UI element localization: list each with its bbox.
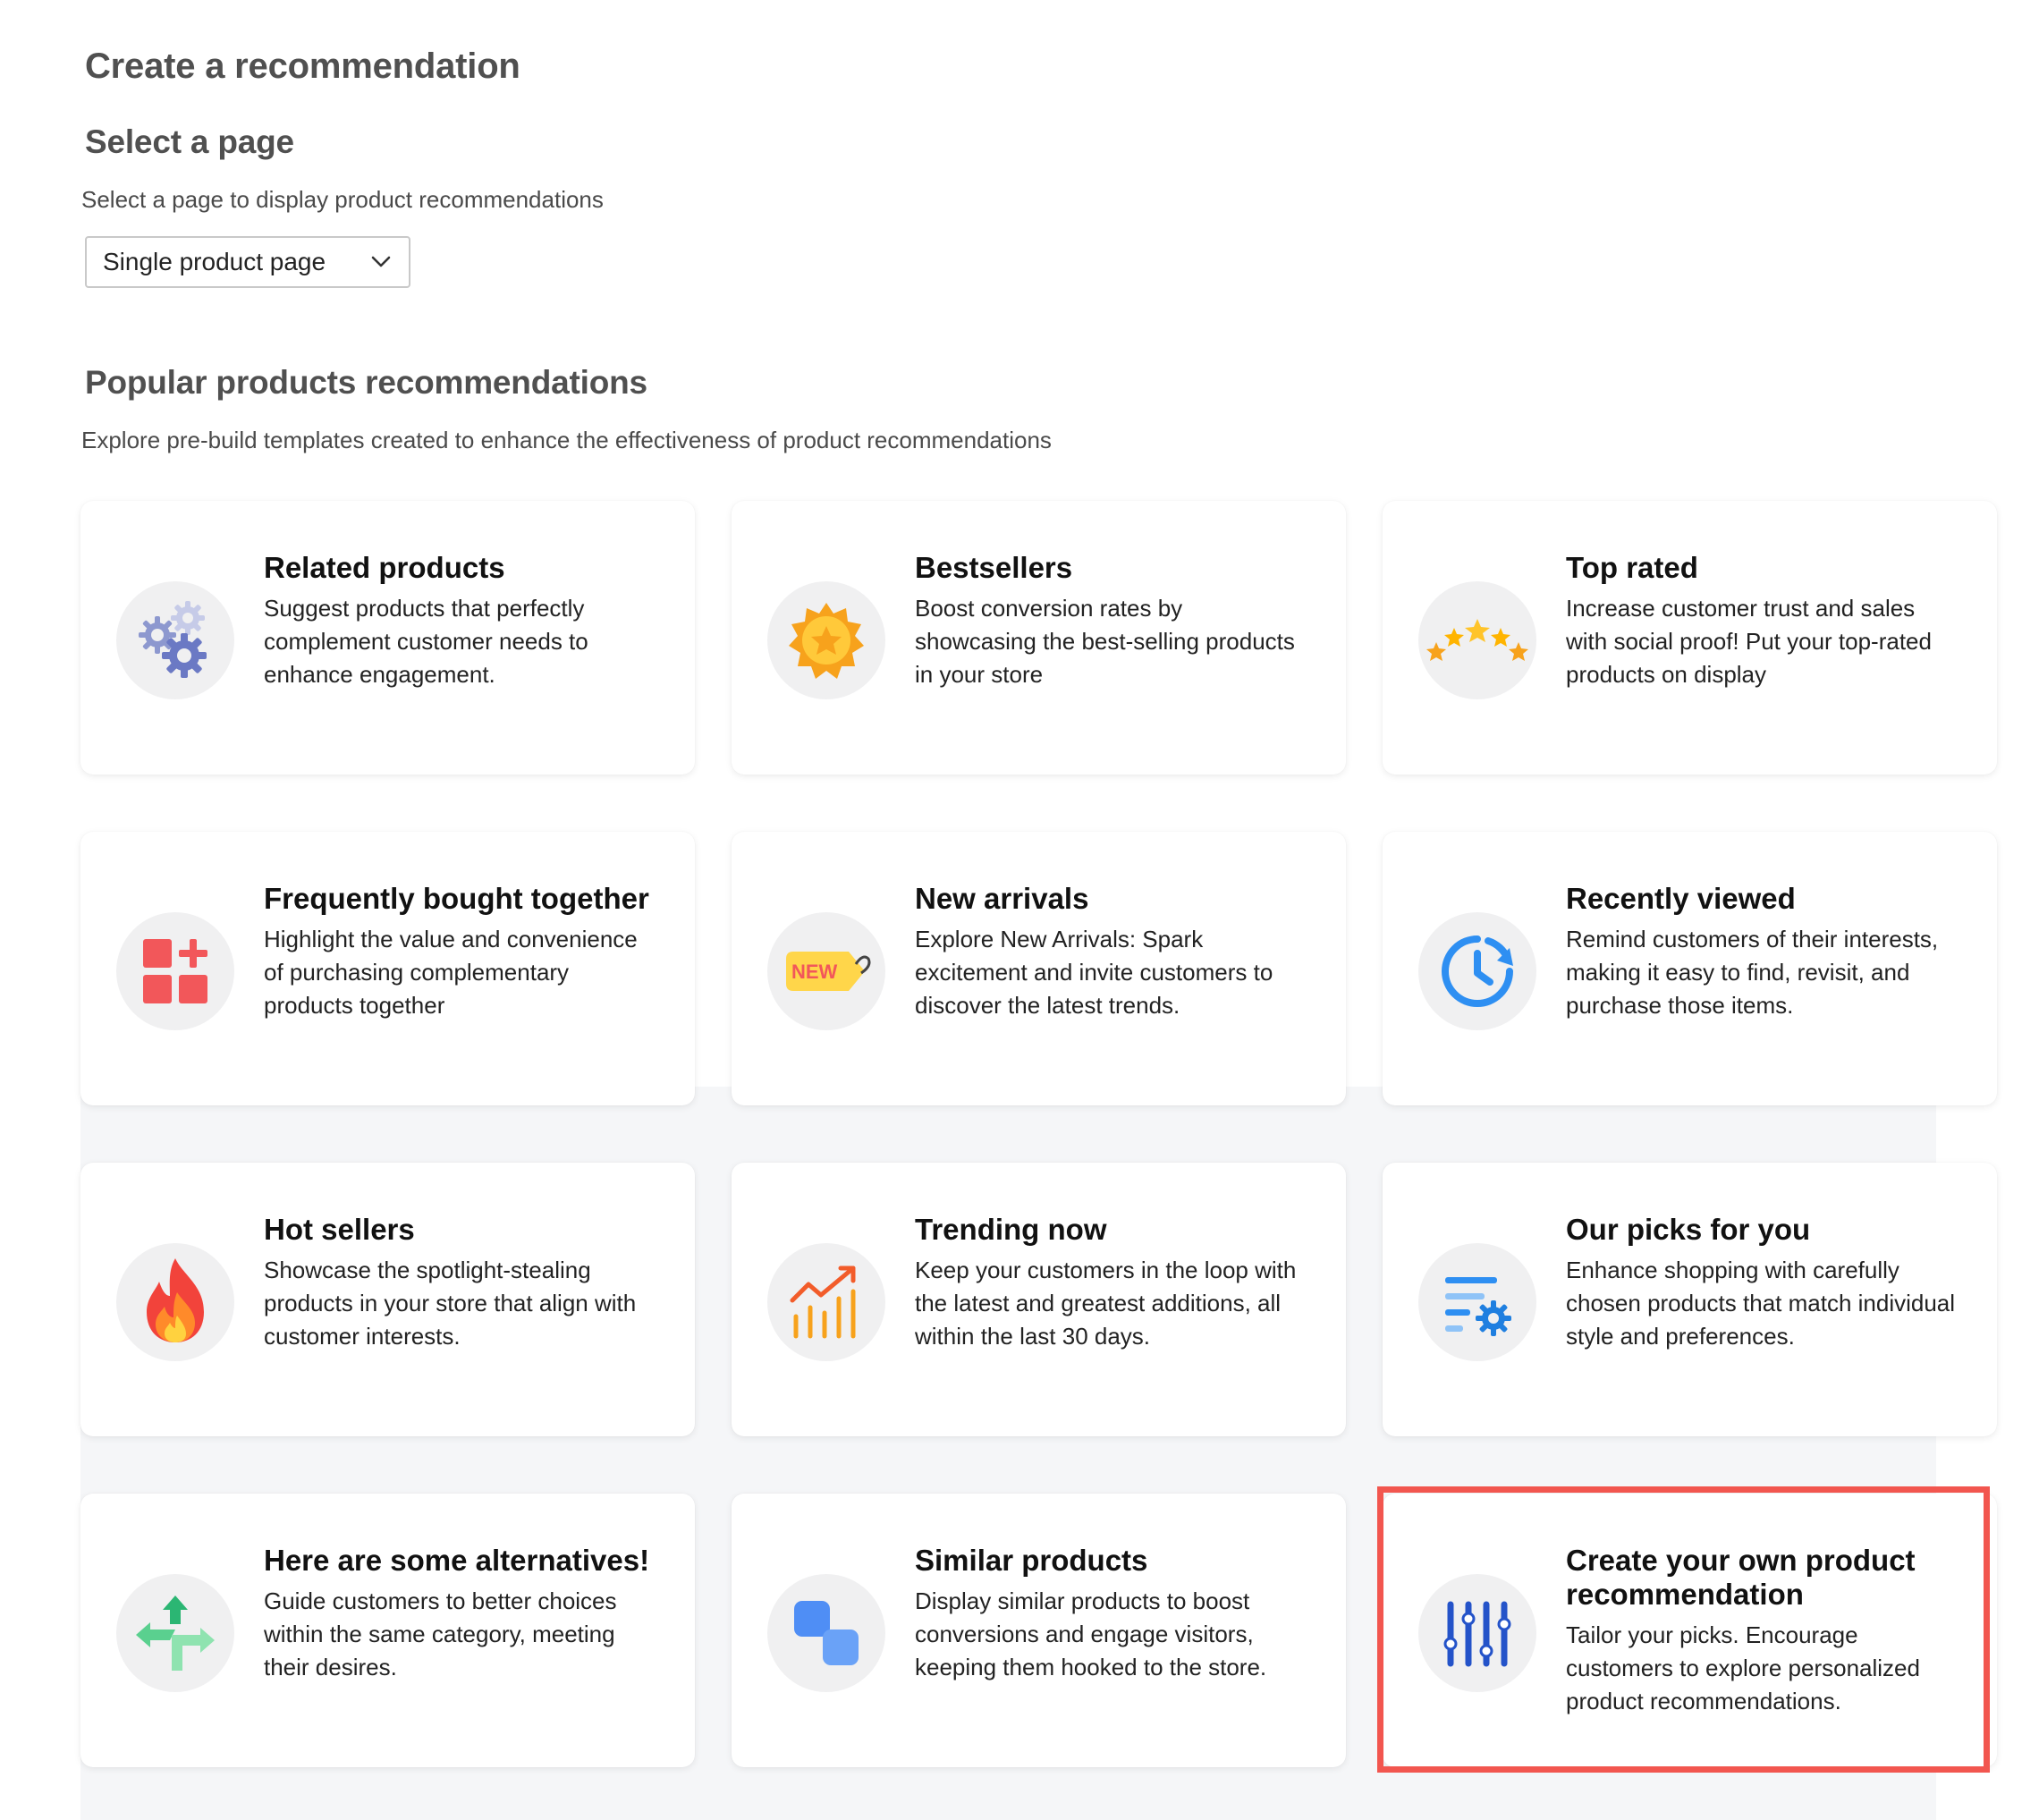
card-description: Keep your customers in the loop with the… (915, 1257, 1297, 1350)
two-squares-icon (767, 1574, 885, 1692)
card-title: Hot sellers (264, 1213, 415, 1246)
clock-history-icon (1418, 912, 1536, 1030)
card-frequently-bought-together[interactable]: Frequently bought together Highlight the… (80, 832, 695, 1105)
card-create-your-own[interactable]: Create your own product recommendation T… (1383, 1494, 1997, 1767)
list-gear-icon (1418, 1243, 1536, 1361)
popular-section-description: Explore pre-build templates created to e… (81, 427, 1052, 453)
card-alternatives[interactable]: Here are some alternatives! Guide custom… (80, 1494, 695, 1767)
card-related-products[interactable]: Related products Suggest products that p… (80, 501, 695, 775)
card-similar-products[interactable]: Similar products Display similar product… (732, 1494, 1346, 1767)
card-title: New arrivals (915, 882, 1089, 915)
card-title: Top rated (1566, 551, 1698, 584)
page-select-dropdown[interactable]: Single product page (85, 236, 410, 288)
card-description: Guide customers to better choices within… (264, 1587, 617, 1680)
card-description: Suggest products that perfectly compleme… (264, 595, 588, 688)
stars-arc-icon (1418, 581, 1536, 699)
new-tag-icon: NEW (767, 912, 885, 1030)
card-title: Bestsellers (915, 551, 1073, 584)
card-title: Similar products (915, 1544, 1148, 1577)
page-select-value: Single product page (103, 248, 326, 275)
card-top-rated[interactable]: Top rated Increase customer trust and sa… (1383, 501, 1997, 775)
card-description: Highlight the value and convenience of p… (264, 926, 638, 1019)
sliders-icon (1418, 1574, 1536, 1692)
card-title: Trending now (915, 1213, 1107, 1246)
card-description: Increase customer trust and sales with s… (1566, 595, 1932, 688)
card-title: Related products (264, 551, 505, 584)
new-tag-text: NEW (791, 961, 838, 983)
card-description: Display similar products to boost conver… (915, 1587, 1267, 1680)
card-description: Boost conversion rates by showcasing the… (915, 595, 1295, 688)
recommendation-page: Create a recommendation Select a page Se… (0, 0, 2022, 1820)
card-title: Here are some alternatives! (264, 1544, 650, 1577)
card-description: Tailor your picks. Encourage customers t… (1566, 1621, 1920, 1714)
split-arrows-icon (116, 1574, 234, 1692)
card-title: Recently viewed (1566, 882, 1796, 915)
card-title: Create your own product recommendation (1566, 1544, 1916, 1611)
card-hot-sellers[interactable]: Hot sellers Showcase the spotlight-steal… (80, 1163, 695, 1436)
card-our-picks-for-you[interactable]: Our picks for you Enhance shopping with … (1383, 1163, 1997, 1436)
card-recently-viewed[interactable]: Recently viewed Remind customers of thei… (1383, 832, 1997, 1105)
gears-icon (116, 581, 234, 699)
select-page-description: Select a page to display product recomme… (81, 186, 604, 213)
card-description: Enhance shopping with carefully chosen p… (1566, 1257, 1956, 1350)
card-bestsellers[interactable]: Bestsellers Boost conversion rates by sh… (732, 501, 1346, 775)
trending-chart-icon (767, 1243, 885, 1361)
popular-section-title: Popular products recommendations (85, 364, 647, 401)
card-description: Remind customers of their interests, mak… (1566, 926, 1939, 1019)
card-title: Frequently bought together (264, 882, 649, 915)
card-description: Showcase the spotlight-stealing products… (264, 1257, 637, 1350)
flame-icon (116, 1243, 234, 1361)
select-page-title: Select a page (85, 123, 294, 160)
squares-plus-icon (116, 912, 234, 1030)
card-description: Explore New Arrivals: Spark excitement a… (915, 926, 1273, 1019)
card-new-arrivals[interactable]: NEW New arrivals Explore New Arrivals: S… (732, 832, 1346, 1105)
card-trending-now[interactable]: Trending now Keep your customers in the … (732, 1163, 1346, 1436)
card-title: Our picks for you (1566, 1213, 1811, 1246)
star-badge-icon (767, 581, 885, 699)
chevron-down-icon (369, 250, 393, 274)
page-title: Create a recommendation (85, 47, 520, 86)
